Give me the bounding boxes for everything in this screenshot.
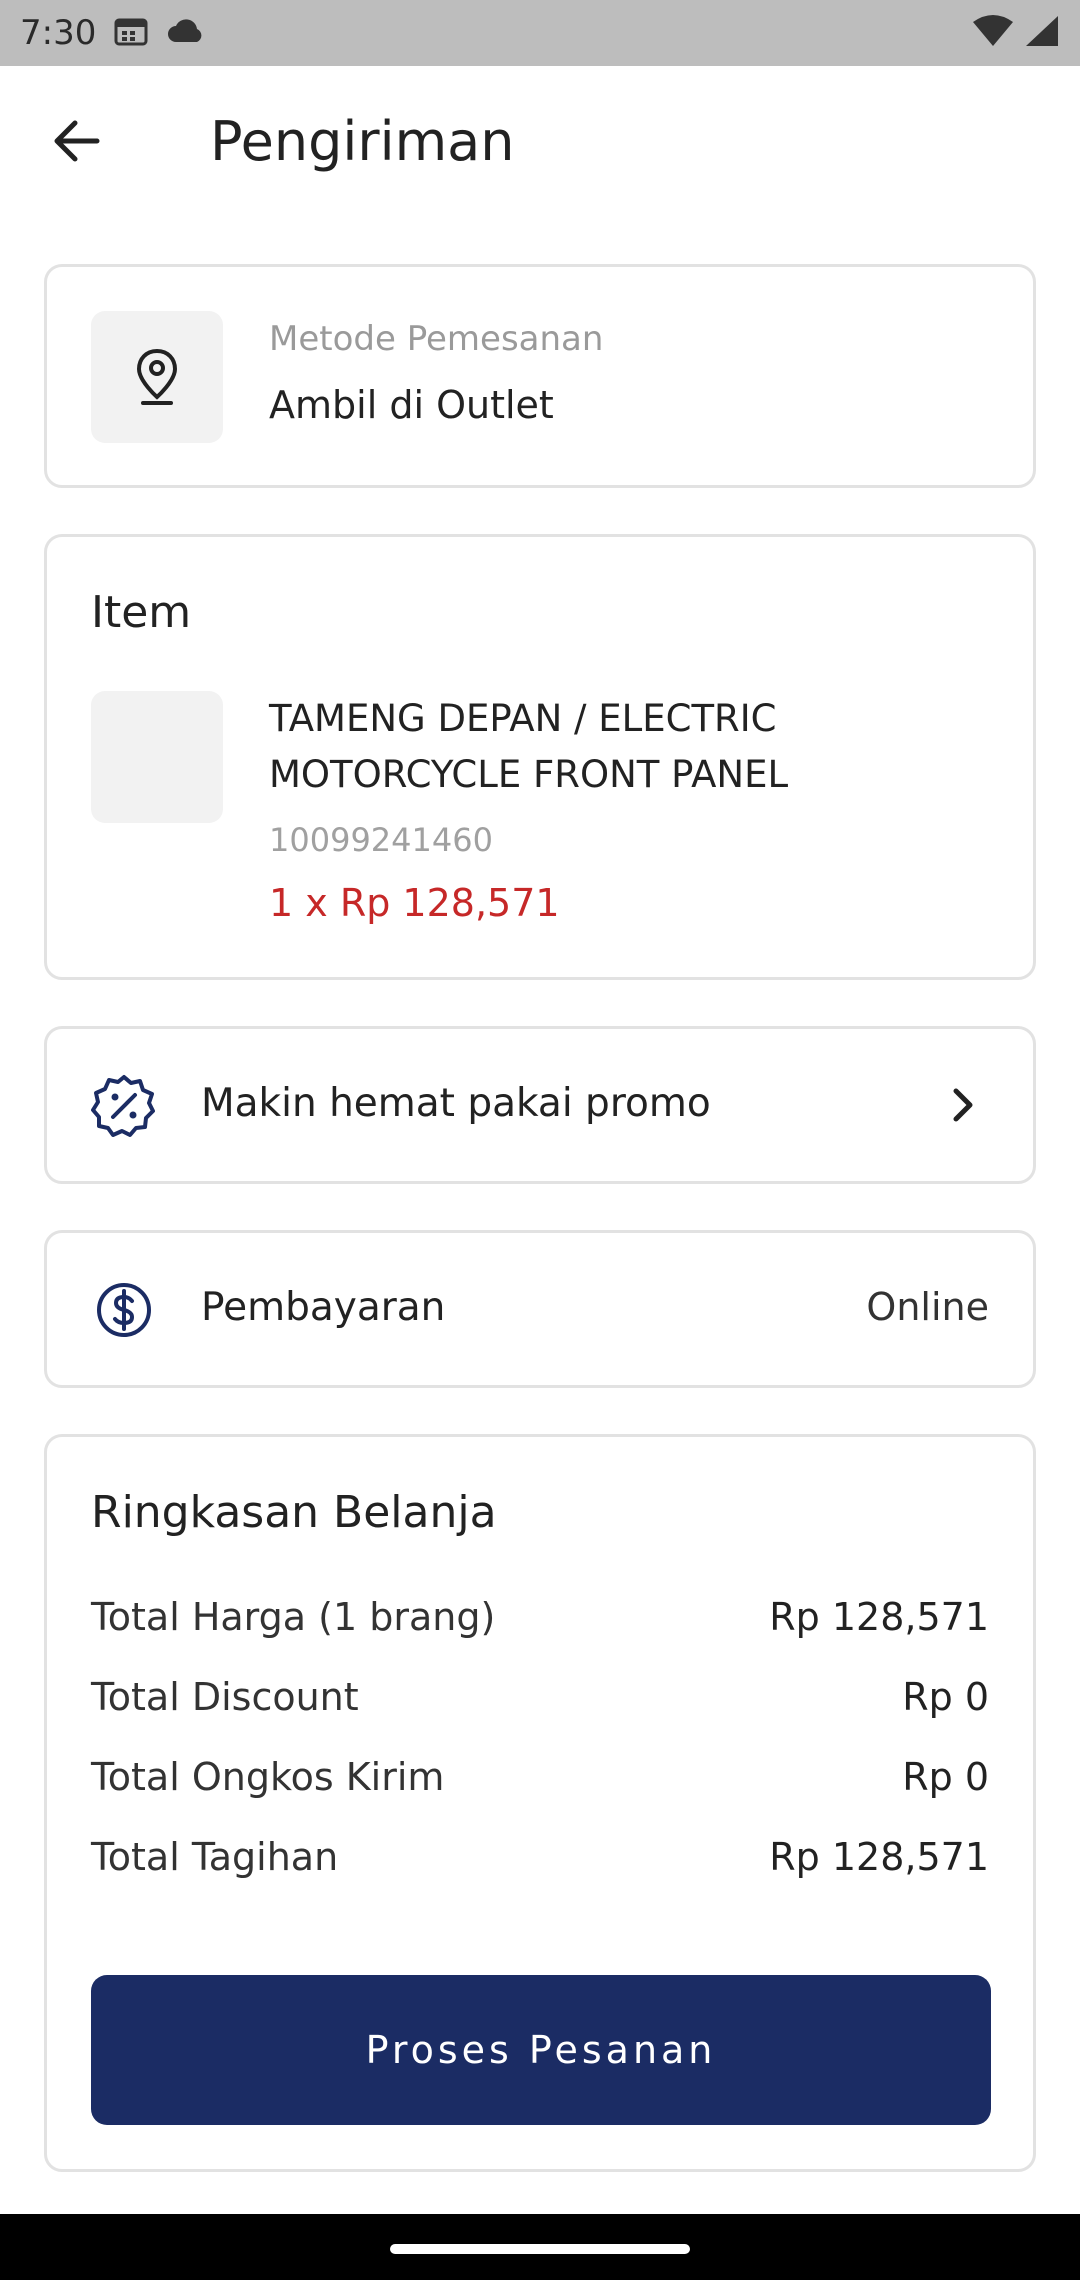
summary-row-value: Rp 0 <box>902 1675 989 1719</box>
summary-row-label: Total Harga (1 brang) <box>91 1595 496 1639</box>
summary-row-label: Total Ongkos Kirim <box>91 1755 445 1799</box>
arrow-left-icon[interactable] <box>46 111 106 171</box>
payment-value: Online <box>866 1285 989 1329</box>
summary-row-label: Total Discount <box>91 1675 359 1719</box>
product-price: 1 x Rp 128,571 <box>269 881 560 925</box>
summary-row-label: Total Tagihan <box>91 1835 339 1879</box>
promo-card[interactable]: Makin hemat pakai promo <box>44 1026 1036 1184</box>
product-name: TAMENG DEPAN / ELECTRIC MOTORCYCLE FRONT… <box>269 697 789 796</box>
summary-row-value: Rp 128,571 <box>769 1595 989 1639</box>
process-order-button[interactable]: Proses Pesanan <box>91 1975 991 2125</box>
summary-card: Ringkasan Belanja Total Harga (1 brang) … <box>44 1434 1036 2172</box>
order-method-card[interactable]: Metode Pemesanan Ambil di Outlet <box>44 264 1036 488</box>
payment-card[interactable]: Pembayaran Online <box>44 1230 1036 1388</box>
promo-percent-icon <box>91 1073 157 1143</box>
product-sku: 10099241460 <box>269 821 493 859</box>
page-title: Pengiriman <box>210 109 515 173</box>
summary-row-value: Rp 128,571 <box>769 1835 989 1879</box>
product-image <box>91 691 223 823</box>
summary-title: Ringkasan Belanja <box>91 1487 497 1538</box>
status-time: 7:30 <box>20 13 97 53</box>
order-method-label: Metode Pemesanan <box>269 319 604 359</box>
item-card: Item TAMENG DEPAN / ELECTRIC MOTORCYCLE … <box>44 534 1036 980</box>
system-nav-bar <box>0 2214 1080 2280</box>
item-section-title: Item <box>91 587 192 638</box>
promo-label: Makin hemat pakai promo <box>201 1081 711 1126</box>
status-bar: 7:30 <box>0 0 1080 66</box>
payment-label: Pembayaran <box>201 1285 446 1330</box>
wifi-icon <box>972 14 1014 52</box>
calendar-icon <box>114 16 148 50</box>
dollar-circle-icon <box>95 1281 153 1343</box>
order-method-value: Ambil di Outlet <box>269 383 554 427</box>
app-bar: Pengiriman <box>0 66 1080 216</box>
cloud-icon <box>166 18 206 48</box>
location-pin-icon <box>91 311 223 443</box>
home-gesture-handle[interactable] <box>390 2244 690 2254</box>
chevron-right-icon <box>951 1087 975 1127</box>
summary-row-value: Rp 0 <box>902 1755 989 1799</box>
signal-icon <box>1024 14 1060 52</box>
